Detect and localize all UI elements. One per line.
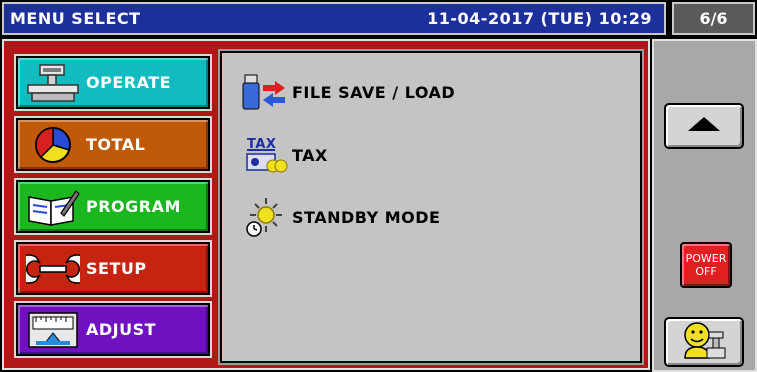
program-button[interactable]: PROGRAM [14,178,212,235]
title-bar: MENU SELECT 11-04-2017 (TUE) 10:29 6/6 [0,0,757,37]
scale-icon [24,61,82,105]
file-save-load-item[interactable]: FILE SAVE / LOAD [240,70,455,114]
triangle-up-icon [687,116,721,136]
main-frame: OPERATE TOTAL PROGRAM SETUP ADJUST FILE … [2,39,650,370]
scroll-up-button[interactable] [664,103,744,149]
file-save-load-label: FILE SAVE / LOAD [292,82,456,102]
total-label: TOTAL [86,135,146,154]
tax-icon: TAX [240,133,292,177]
off-label: OFF [695,265,717,278]
content-panel: FILE SAVE / LOAD TAX TAX STANDBY MODE [218,49,644,365]
wrench-icon [24,247,82,291]
power-off-button[interactable]: POWER OFF [680,242,732,288]
operator-icon [681,320,727,364]
adjust-label: ADJUST [86,320,157,339]
page-indicator: 6/6 [672,2,755,35]
sun-clock-icon [240,195,292,239]
operate-button[interactable]: OPERATE [14,54,212,111]
tax-item[interactable]: TAX TAX [240,133,328,177]
standby-mode-label: STANDBY MODE [292,207,441,227]
header: MENU SELECT 11-04-2017 (TUE) 10:29 [2,2,666,35]
setup-label: SETUP [86,259,147,278]
pie-chart-icon [24,123,82,167]
usb-transfer-icon [240,70,292,114]
calibration-icon [24,308,82,352]
tax-label: TAX [292,145,328,165]
adjust-button[interactable]: ADJUST [14,301,212,358]
total-button[interactable]: TOTAL [14,116,212,173]
operate-label: OPERATE [86,73,172,92]
side-panel: POWER OFF [652,39,757,372]
page-title: MENU SELECT [10,9,141,28]
setup-button[interactable]: SETUP [14,240,212,297]
datetime: 11-04-2017 (TUE) 10:29 [427,9,652,28]
program-label: PROGRAM [86,197,181,216]
power-label: POWER [685,252,727,265]
operator-button[interactable] [664,317,744,367]
standby-mode-item[interactable]: STANDBY MODE [240,195,440,239]
book-pen-icon [24,185,82,229]
